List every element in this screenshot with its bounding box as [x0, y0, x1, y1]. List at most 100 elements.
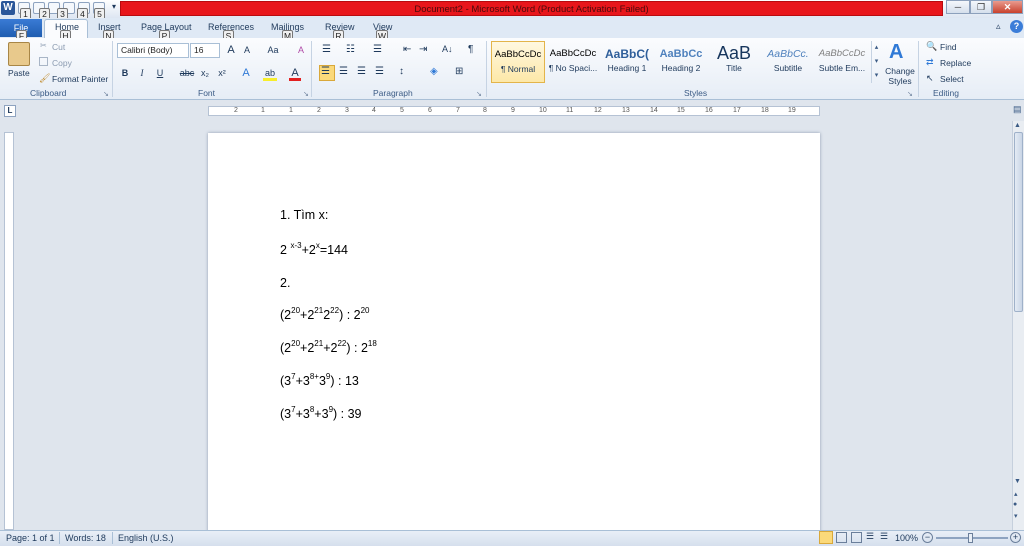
superscript-button[interactable]: x² [216, 66, 228, 81]
vertical-ruler[interactable] [4, 132, 14, 530]
style-normal[interactable]: AaBbCcDc ¶ Normal [491, 41, 545, 83]
change-styles-button[interactable]: Change Styles [884, 66, 916, 86]
word-count[interactable]: Words: 18 [65, 533, 106, 543]
font-group-label: Font [198, 88, 216, 98]
expr-part: (3 [280, 407, 292, 422]
styles-launcher-icon[interactable]: ↘ [907, 90, 913, 98]
minimize-ribbon-icon[interactable]: ▵ [996, 21, 1001, 32]
copy-button[interactable]: Copy [52, 58, 72, 68]
print-layout-view-icon[interactable] [819, 531, 833, 544]
zoom-slider-thumb[interactable] [968, 533, 973, 543]
find-button[interactable]: Find [940, 42, 957, 52]
align-center-icon[interactable]: ☰ [339, 66, 348, 77]
increase-indent-icon[interactable]: ⇥ [419, 44, 427, 55]
minimize-button[interactable]: ─ [946, 0, 970, 14]
font-launcher-icon[interactable]: ↘ [303, 90, 309, 98]
format-painter-button[interactable]: Format Painter [52, 74, 108, 84]
equation-part: 2 [280, 243, 291, 258]
decrease-indent-icon[interactable]: ⇤ [403, 44, 411, 55]
bold-button[interactable]: B [119, 66, 131, 81]
zoom-level[interactable]: 100% [895, 533, 918, 543]
style-heading-2[interactable]: AaBbCc Heading 2 [654, 41, 708, 83]
style-subtitle[interactable]: AaBbCc. Subtitle [761, 41, 815, 83]
equation-part: =144 [319, 243, 348, 258]
style-sample: AaBbCcDc [818, 48, 866, 59]
question-1-text: 1. Tìm x: [280, 208, 329, 222]
style-title[interactable]: AaB Title [707, 41, 761, 83]
line-spacing-icon[interactable]: ↕ [399, 66, 404, 77]
cut-button[interactable]: Cut [52, 42, 65, 52]
tab-selector-button[interactable]: L [4, 105, 16, 117]
web-layout-icon[interactable] [851, 532, 862, 543]
outline-view-icon[interactable]: ☰ [866, 531, 874, 542]
multilevel-list-icon[interactable]: ☰ [373, 44, 382, 55]
underline-button[interactable]: U [154, 66, 166, 81]
shrink-font-button[interactable]: A [240, 43, 254, 58]
word-logo-icon[interactable]: W [1, 1, 15, 15]
numbering-icon[interactable]: ☷ [346, 44, 355, 55]
document-page[interactable] [208, 133, 820, 533]
exponent: 18 [367, 339, 377, 348]
style-no-spacing[interactable]: AaBbCcDc ¶ No Spaci... [546, 41, 600, 83]
close-button[interactable]: ✕ [992, 0, 1023, 14]
zoom-out-button[interactable]: − [922, 532, 933, 543]
exponent: 20 [291, 339, 301, 348]
replace-button[interactable]: Replace [940, 58, 971, 68]
highlight-button[interactable]: ab [263, 66, 277, 81]
select-button[interactable]: Select [940, 74, 964, 84]
zoom-in-button[interactable]: + [1010, 532, 1021, 543]
title-banner: Document2 - Microsoft Word (Product Acti… [120, 1, 943, 16]
scrollbar-thumb[interactable] [1014, 132, 1023, 312]
ruler-tick-label: 4 [372, 107, 376, 114]
justify-icon[interactable]: ☰ [375, 66, 384, 77]
restore-button[interactable]: ❐ [970, 0, 992, 14]
change-case-button[interactable]: Aa [264, 43, 282, 58]
font-name-combo[interactable]: Calibri (Body) [117, 43, 189, 58]
view-ruler-button[interactable]: ▤ [1013, 104, 1023, 118]
customize-qat-button[interactable]: ▾ [112, 2, 116, 11]
expr-part: +3 [295, 374, 310, 389]
paste-icon[interactable] [8, 42, 30, 66]
next-page-icon[interactable]: ▾ [1014, 512, 1018, 520]
borders-icon[interactable]: ⊞ [455, 66, 463, 77]
expr-part: +3 [314, 407, 329, 422]
page-count[interactable]: Page: 1 of 1 [6, 533, 55, 543]
paragraph-launcher-icon[interactable]: ↘ [476, 90, 482, 98]
styles-scroll-control[interactable]: ▴ ▾ ▾ [871, 41, 881, 83]
text-effects-button[interactable]: A [240, 66, 252, 81]
style-subtle-emphasis[interactable]: AaBbCcDc Subtle Em... [815, 41, 869, 83]
font-color-button[interactable]: A [289, 66, 301, 81]
grow-font-button[interactable]: A [224, 43, 238, 58]
font-size-combo[interactable]: 16 [190, 43, 220, 58]
draft-view-icon[interactable]: ☰ [880, 531, 888, 542]
style-name: Subtitle [773, 63, 803, 73]
strikethrough-button[interactable]: abc [179, 66, 195, 81]
style-name: Heading 2 [661, 63, 701, 73]
help-icon[interactable]: ? [1010, 20, 1023, 33]
style-sample: AaBbCcDc [549, 48, 597, 59]
clipboard-launcher-icon[interactable]: ↘ [103, 90, 109, 98]
clear-formatting-button[interactable]: A [294, 43, 308, 58]
shading-icon[interactable]: ◈ [430, 66, 438, 77]
previous-page-icon[interactable]: ▴ [1014, 490, 1018, 498]
language[interactable]: English (U.S.) [118, 533, 174, 543]
bullets-icon[interactable]: ☰ [322, 44, 331, 55]
question-2-text: 2. [280, 276, 291, 290]
scroll-down-arrow-icon[interactable]: ▼ [1014, 478, 1021, 485]
sort-icon[interactable]: A↓ [442, 44, 453, 54]
replace-icon: ⇄ [926, 57, 934, 67]
italic-button[interactable]: I [136, 66, 148, 81]
show-hide-marks-icon[interactable]: ¶ [468, 44, 473, 55]
paste-button-label[interactable]: Paste [8, 68, 30, 78]
expr-part: ) : 39 [333, 407, 362, 422]
full-screen-reading-icon[interactable] [836, 532, 847, 543]
horizontal-ruler[interactable]: 2 1 1 2 3 4 5 6 7 8 9 10 11 12 13 14 15 16 17 18 19 [208, 106, 820, 116]
status-separator [112, 532, 113, 544]
subscript-button[interactable]: x₂ [199, 66, 211, 81]
select-browse-object-icon[interactable]: ● [1013, 501, 1017, 508]
scroll-up-arrow-icon[interactable]: ▲ [1014, 122, 1021, 129]
change-styles-icon[interactable]: A [889, 41, 903, 64]
align-right-icon[interactable]: ☰ [357, 66, 366, 77]
style-heading-1[interactable]: AaBbC( Heading 1 [600, 41, 654, 83]
exponent: 8+ [309, 372, 319, 381]
